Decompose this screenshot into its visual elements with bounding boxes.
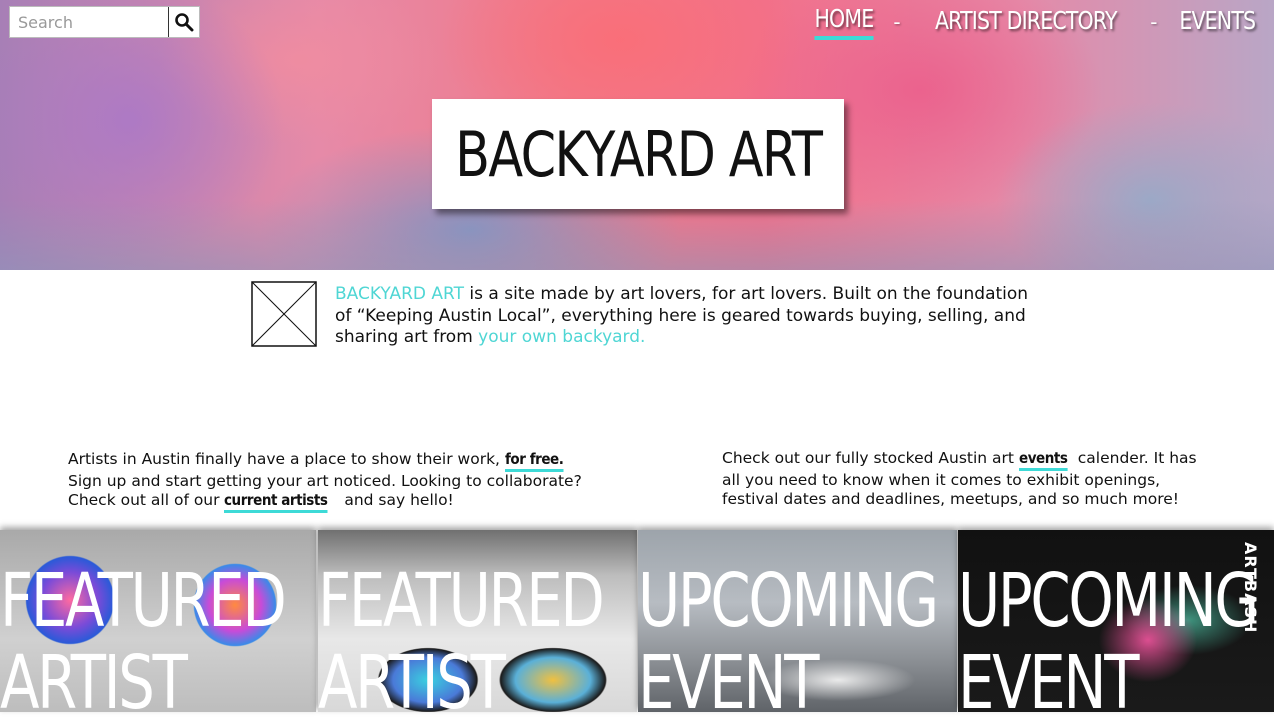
card-title-line-1: UPCOMING xyxy=(638,558,939,644)
card-title-line-1: FEATURED xyxy=(318,558,605,644)
main-nav: HOME - ARTIST DIRECTORY - EVENTS xyxy=(808,4,1264,40)
card-label: UPCOMING EVENT xyxy=(958,558,1259,712)
card-label: FEATURED ARTIST xyxy=(318,558,605,712)
current-artists-link[interactable]: current artists xyxy=(224,491,328,513)
search-bar xyxy=(9,6,200,38)
card-title-line-2: ARTIST xyxy=(0,640,188,712)
intro-paragraph: BACKYARD ART is a site made by art lover… xyxy=(335,284,1035,349)
search-input[interactable] xyxy=(10,7,168,37)
nav-separator: - xyxy=(1150,10,1158,34)
artists-text-1: Artists in Austin finally have a place t… xyxy=(68,450,505,468)
featured-artist-card[interactable]: FEATURED ARTIST xyxy=(0,530,316,712)
card-title-line-2: EVENT xyxy=(638,640,820,712)
card-title-line-2: ARTIST xyxy=(318,640,506,712)
card-title-line-1: UPCOMING xyxy=(958,558,1259,644)
artists-text-3: and say hello! xyxy=(339,491,454,509)
site-title-box: BACKYARD ART xyxy=(432,99,844,209)
nav-separator: - xyxy=(893,10,901,34)
nav-artist-directory-link[interactable]: ARTIST DIRECTORY xyxy=(935,6,1118,38)
featured-artist-card[interactable]: FEATURED ARTIST xyxy=(318,530,637,712)
nav-home-link[interactable]: HOME xyxy=(814,4,874,40)
card-title-line-2: EVENT xyxy=(958,640,1140,712)
own-backyard-link[interactable]: your own backyard. xyxy=(478,327,645,347)
search-icon xyxy=(175,13,194,32)
artists-info-text: Artists in Austin finally have a place t… xyxy=(68,450,588,513)
site-title: BACKYARD ART xyxy=(454,117,823,191)
events-text-1: Check out our fully stocked Austin art xyxy=(722,449,1019,467)
image-placeholder-icon xyxy=(251,281,317,347)
brand-name: BACKYARD ART xyxy=(335,284,464,304)
for-free-link[interactable]: for free. xyxy=(504,450,564,472)
card-label: UPCOMING EVENT xyxy=(638,558,939,712)
card-title-line-1: FEATURED xyxy=(0,558,287,644)
events-link[interactable]: events xyxy=(1018,449,1068,471)
events-info-text: Check out our fully stocked Austin art e… xyxy=(722,449,1202,509)
card-label: FEATURED ARTIST xyxy=(0,558,287,712)
upcoming-event-card[interactable]: ARTBASH UPCOMING EVENT xyxy=(958,530,1274,712)
search-button[interactable] xyxy=(168,7,199,37)
upcoming-event-card[interactable]: UPCOMING EVENT xyxy=(638,530,957,712)
feature-cards: FEATURED ARTIST FEATURED ARTIST UPCOMING… xyxy=(0,530,1274,722)
nav-events-link[interactable]: EVENTS xyxy=(1180,6,1257,38)
